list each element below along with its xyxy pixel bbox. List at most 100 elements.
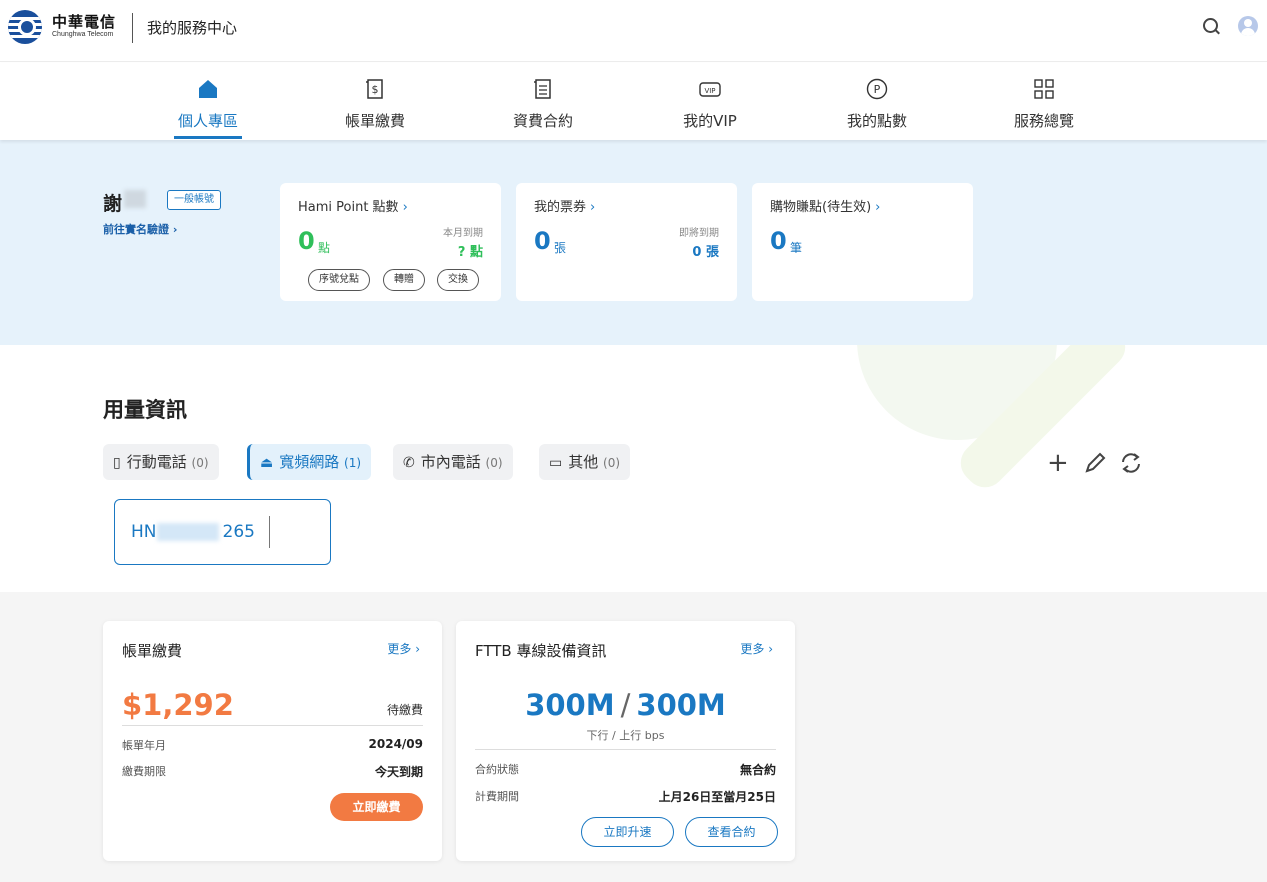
view-contract-button[interactable]: 查看合約: [685, 817, 778, 847]
bill-icon: $: [366, 79, 383, 99]
tab-label: 寬頻網路: [279, 453, 340, 471]
expire-label: 即將到期: [679, 228, 719, 239]
shopping-points-title[interactable]: 購物賺點(待生效) ›: [770, 196, 880, 215]
sync-icon[interactable]: [1117, 450, 1145, 476]
tab-count: (0): [191, 456, 209, 470]
tab-vip[interactable]: VIP 我的VIP: [650, 63, 770, 140]
brand-english: Chunghwa Telecom: [52, 31, 114, 38]
main-nav: 個人專區 $ 帳單繳費 資費合約 VIP 我的VIP P 我的點數 服務總覽: [0, 63, 1267, 140]
tab-points[interactable]: P 我的點數: [817, 63, 937, 140]
exchange-button[interactable]: 交換: [437, 269, 479, 291]
tickets-value: 0: [534, 227, 551, 255]
tab-landline[interactable]: ✆ 市內電話 (0): [393, 444, 513, 480]
transfer-button[interactable]: 轉贈: [383, 269, 425, 291]
bill-amount: $1,292: [122, 688, 234, 722]
vip-icon: VIP: [699, 82, 721, 97]
expire-value: ? 點: [457, 245, 483, 260]
account-type-badge: 一般帳號: [167, 190, 221, 210]
download-speed: 300M: [525, 688, 615, 722]
tab-label: 帳單繳費: [344, 112, 405, 130]
devices-icon: ▭: [549, 455, 563, 471]
top-bar: 中華電信 Chunghwa Telecom 我的服務中心: [0, 0, 1267, 62]
fttb-card: FTTB 專線設備資訊 更多 › 300M/300M 下行 / 上行 bps 合…: [456, 621, 795, 861]
user-avatar-icon[interactable]: [1238, 16, 1258, 36]
tab-other[interactable]: ▭ 其他 (0): [539, 444, 631, 480]
bill-card: 帳單繳費 更多 › $1,292 待繳費 帳單年月 2024/09 繳費期限 今…: [103, 621, 442, 861]
expire-value: 0 張: [692, 245, 719, 260]
tab-count: (1): [344, 456, 362, 470]
tab-label: 市內電話: [420, 453, 481, 471]
masked-account-digits: [157, 523, 219, 541]
tab-mobile[interactable]: ▯ 行動電話 (0): [103, 444, 219, 480]
tab-billing[interactable]: $ 帳單繳費: [315, 63, 435, 140]
bill-status: 待繳費: [386, 703, 423, 717]
tab-broadband[interactable]: ⏏ 寬頻網路 (1): [247, 444, 372, 480]
shopping-points-unit: 筆: [790, 241, 803, 255]
billing-period-value: 上月26日至當月25日: [658, 790, 776, 804]
user-name: 謝: [103, 193, 123, 215]
speed-value: 300M/300M: [456, 688, 795, 722]
phone-icon: ✆: [403, 455, 415, 471]
usage-section-title: 用量資訊: [103, 398, 187, 422]
points-icon: P: [866, 78, 888, 100]
due-date-label: 繳費期限: [122, 765, 166, 778]
speed-caption: 下行 / 上行 bps: [586, 729, 665, 742]
bill-month-label: 帳單年月: [122, 739, 166, 752]
divider: [475, 749, 776, 750]
add-icon[interactable]: +: [1047, 450, 1069, 476]
shopping-points-value: 0: [770, 227, 787, 255]
tab-label: 服務總覽: [1013, 112, 1074, 130]
bill-more-link[interactable]: 更多 ›: [387, 640, 420, 657]
tab-services[interactable]: 服務總覽: [984, 63, 1104, 140]
tab-label: 其他: [568, 453, 599, 471]
tickets-card[interactable]: 我的票券 › 0 張 即將到期 0 張: [516, 183, 737, 301]
hami-point-card[interactable]: Hami Point 點數 › 0 點 本月到期 ? 點 序號兌點 轉贈 交換: [280, 183, 501, 301]
tickets-title[interactable]: 我的票券 ›: [534, 196, 595, 215]
redeem-code-button[interactable]: 序號兌點: [308, 269, 370, 291]
upgrade-speed-button[interactable]: 立即升速: [581, 817, 674, 847]
expire-label: 本月到期: [443, 228, 483, 239]
tab-count: (0): [603, 456, 621, 470]
speed-separator: /: [620, 688, 631, 722]
active-tab-indicator: [174, 136, 242, 139]
search-icon[interactable]: [1203, 18, 1218, 33]
broadband-account-card[interactable]: HN 265: [114, 499, 331, 565]
masked-name: [124, 190, 146, 208]
site-title: 我的服務中心: [147, 19, 238, 37]
hami-point-unit: 點: [318, 241, 331, 255]
brand-name: 中華電信: [52, 13, 117, 31]
contract-status-label: 合約狀態: [475, 763, 519, 776]
bill-card-title: 帳單繳費: [122, 642, 183, 660]
contract-status-value: 無合約: [739, 763, 776, 777]
pay-now-button[interactable]: 立即繳費: [330, 793, 423, 821]
edit-icon[interactable]: [1082, 450, 1108, 476]
brand-divider: [132, 13, 133, 43]
fttb-more-link[interactable]: 更多 ›: [740, 640, 773, 657]
hami-point-title[interactable]: Hami Point 點數 ›: [298, 196, 408, 215]
svg-text:P: P: [874, 83, 881, 96]
bill-month-value: 2024/09: [368, 737, 423, 751]
divider: [122, 725, 423, 726]
fttb-card-title: FTTB 專線設備資訊: [475, 642, 607, 660]
tab-label: 我的VIP: [683, 112, 737, 130]
tab-label: 個人專區: [177, 112, 238, 130]
tab-personal[interactable]: 個人專區: [148, 63, 268, 140]
tab-label: 資費合約: [512, 112, 573, 130]
svg-text:$: $: [372, 83, 379, 96]
tab-label: 行動電話: [126, 453, 187, 471]
verify-identity-link[interactable]: 前往實名驗證 ›: [103, 221, 177, 237]
tickets-unit: 張: [554, 241, 567, 255]
tab-rate-plan[interactable]: 資費合約: [483, 63, 603, 140]
upload-speed: 300M: [636, 688, 726, 722]
home-icon: [199, 80, 217, 98]
svg-text:VIP: VIP: [704, 87, 715, 95]
mobile-icon: ▯: [113, 455, 121, 471]
grid-icon: [1034, 79, 1054, 99]
chunghwa-logo-icon[interactable]: [8, 10, 42, 44]
shopping-points-card[interactable]: 購物賺點(待生效) › 0 筆: [752, 183, 973, 301]
billing-period-label: 計費期間: [475, 790, 519, 803]
account-divider: [269, 516, 270, 548]
tab-label: 我的點數: [846, 112, 907, 130]
contract-icon: [534, 79, 551, 99]
due-date-value: 今天到期: [374, 765, 423, 779]
